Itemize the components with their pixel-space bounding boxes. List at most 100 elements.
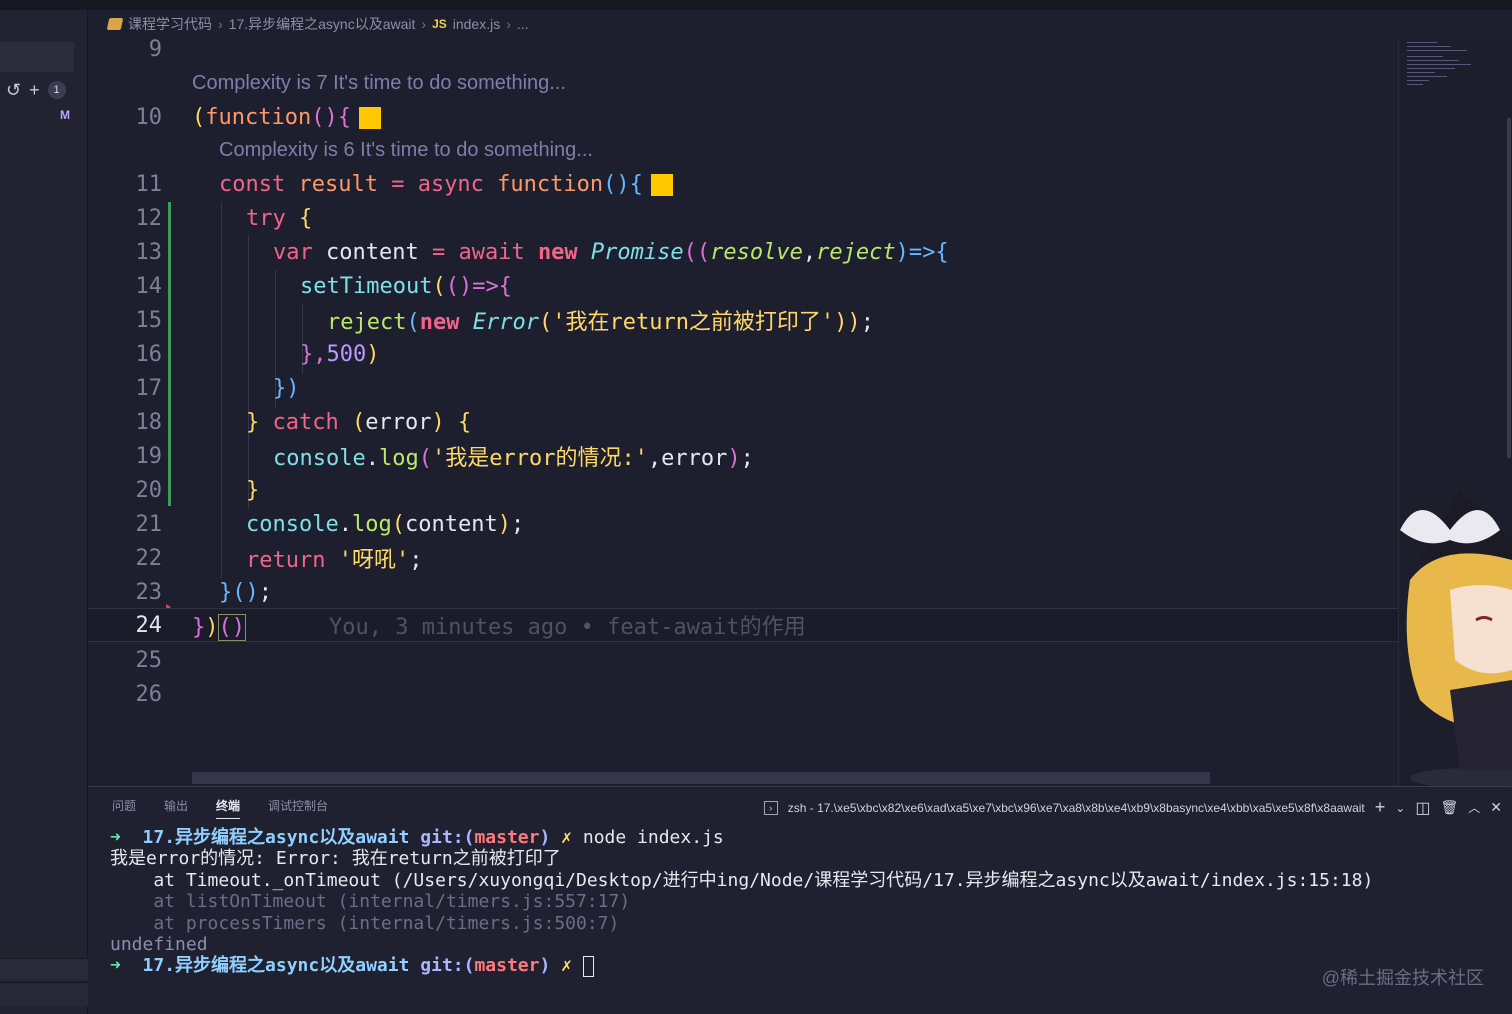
code-text: } [246, 477, 260, 503]
code-line: 22 return '呀吼'; [88, 541, 1398, 575]
new-terminal-icon[interactable]: + [1375, 797, 1386, 818]
code-text: const result = async function(){ [219, 172, 673, 197]
watermark: @稀土掘金技术社区 [1321, 968, 1484, 988]
terminal-toolbar: › zsh - 17.\xe5\xbc\x82\xe6\xad\xa5\xe7\… [763, 797, 1502, 818]
minimap-line [1407, 76, 1447, 77]
chevron-down-icon[interactable]: ⌄ [1395, 801, 1405, 815]
line-number: 22 [135, 545, 163, 571]
terminal-output[interactable]: ➜ 17.异步编程之async以及await git:(master) ✗ no… [110, 827, 1373, 977]
breadcrumb-item[interactable]: index.js [453, 16, 500, 32]
code-line: 15 reject(new Error('我在return之前被打印了')); [88, 303, 1398, 337]
code-line: 20 } [88, 473, 1398, 507]
line-number: 21 [135, 511, 163, 537]
code-text: setTimeout(()=>{ [300, 273, 512, 299]
code-line: 12 try { [88, 201, 1398, 235]
breadcrumb-item[interactable]: 17.异步编程之async以及await [229, 14, 416, 34]
stage-changes-icon[interactable]: + [29, 80, 40, 101]
folder-icon [106, 18, 124, 30]
minimap-line [1407, 64, 1471, 65]
breadcrumb-item[interactable]: 课程学习代码 [128, 14, 212, 34]
code-text: var content = await new Promise((resolve… [273, 239, 949, 265]
scm-section-row[interactable] [0, 982, 88, 1006]
code-text: } catch (error) { [246, 409, 472, 435]
title-strip [0, 0, 1512, 10]
mascot-shadow [1410, 768, 1512, 788]
git-blame-annotation: You, 3 minutes ago • feat-await的作用 [329, 615, 806, 640]
decoration-marker [358, 106, 381, 129]
code-text: },500) [300, 341, 380, 367]
js-file-icon: JS [432, 17, 447, 31]
terminal-cursor [582, 955, 594, 977]
terminal-title[interactable]: zsh - 17.\xe5\xbc\x82\xe6\xad\xa5\xe7\xb… [788, 801, 1365, 815]
scm-section-row[interactable] [0, 958, 88, 980]
mascot-face [1450, 585, 1512, 674]
code-line: 25 [88, 643, 1398, 677]
maximize-panel-icon[interactable]: ︿ [1468, 799, 1480, 816]
line-number: 15 [135, 307, 163, 333]
code-line: 26 [88, 677, 1398, 711]
tab-debug-console[interactable]: 调试控制台 [268, 797, 328, 819]
minimap-line [1407, 80, 1429, 81]
scm-actions: ↺ + 1 [6, 80, 86, 100]
tab-problems[interactable]: 问题 [112, 797, 136, 819]
close-icon[interactable]: ✕ [1490, 799, 1502, 816]
line-number: 12 [135, 205, 163, 231]
code-editor[interactable]: 9 Complexity is 7 It's time to do someth… [88, 37, 1398, 786]
split-terminal-icon[interactable]: ◫ [1415, 798, 1430, 818]
code-text: console.log(content); [246, 511, 525, 537]
terminal-icon: › [763, 800, 778, 815]
code-line: 11 const result = async function(){ [88, 167, 1398, 201]
line-number: 14 [135, 273, 163, 299]
minimap-line [1407, 46, 1451, 47]
minimap-line [1407, 68, 1455, 69]
chevron-right-icon: › [506, 16, 511, 32]
line-number: 16 [135, 341, 163, 367]
modified-mark: M [60, 108, 70, 122]
minimap-line [1407, 84, 1423, 85]
line-number: 9 [148, 36, 162, 62]
line-number: 25 [135, 647, 163, 673]
code-line: 10 (function(){ [88, 100, 1398, 134]
code-text: return '呀吼'; [246, 548, 423, 573]
current-code-line: 24 })() You, 3 minutes ago • feat-await的作… [88, 608, 1398, 642]
code-line: 16 },500) [88, 337, 1398, 371]
code-line: 13 var content = await new Promise((reso… [88, 235, 1398, 269]
line-number: 17 [135, 375, 163, 401]
code-text: console.log('我是error的情况:',error); [273, 446, 754, 471]
code-line: 9 [88, 32, 1398, 66]
code-text: reject(new Error('我在return之前被打印了')); [327, 310, 874, 335]
bottom-panel: 问题 输出 终端 调试控制台 › zsh - 17.\xe5\xbc\x82\x… [88, 786, 1512, 1014]
chevron-right-icon: › [421, 16, 427, 32]
minimap-line [1407, 42, 1437, 43]
minimap-line [1407, 56, 1443, 57]
line-number: 26 [135, 681, 163, 707]
tab-output[interactable]: 输出 [164, 797, 188, 819]
code-line: 23 }(); [88, 575, 1398, 609]
code-line: 21 console.log(content); [88, 507, 1398, 541]
tab-terminal[interactable]: 终端 [216, 797, 241, 819]
mascot-dress [1450, 680, 1512, 770]
code-text: }) [273, 375, 300, 401]
panel-tabs: 问题 输出 终端 调试控制台 [112, 797, 328, 819]
line-number: 13 [135, 239, 163, 265]
minimap-line [1407, 72, 1435, 73]
line-number: 23 [135, 579, 163, 605]
horizontal-scrollbar[interactable] [192, 772, 1210, 784]
codelens-complexity[interactable]: Complexity is 6 It's time to do somethin… [219, 135, 593, 165]
scm-input-row[interactable] [0, 42, 74, 72]
minimap-line [1407, 60, 1459, 61]
line-number: 20 [135, 477, 163, 503]
change-count-badge: 1 [47, 81, 66, 99]
code-text: try { [246, 205, 313, 231]
discard-changes-icon[interactable]: ↺ [6, 80, 21, 101]
codelens-complexity[interactable]: Complexity is 7 It's time to do somethin… [192, 68, 566, 98]
code-line: 14 setTimeout(()=>{ [88, 269, 1398, 303]
code-line: 17 }) [88, 371, 1398, 405]
minimap-scroll-slider[interactable] [1507, 118, 1511, 458]
trash-icon[interactable]: 🗑 [1440, 799, 1458, 816]
breadcrumb-item[interactable]: ... [517, 16, 529, 32]
witch-mascot-image [1400, 490, 1512, 788]
code-text: (function(){ [192, 105, 381, 130]
minimap-line [1407, 50, 1467, 51]
line-number: 18 [135, 409, 163, 435]
